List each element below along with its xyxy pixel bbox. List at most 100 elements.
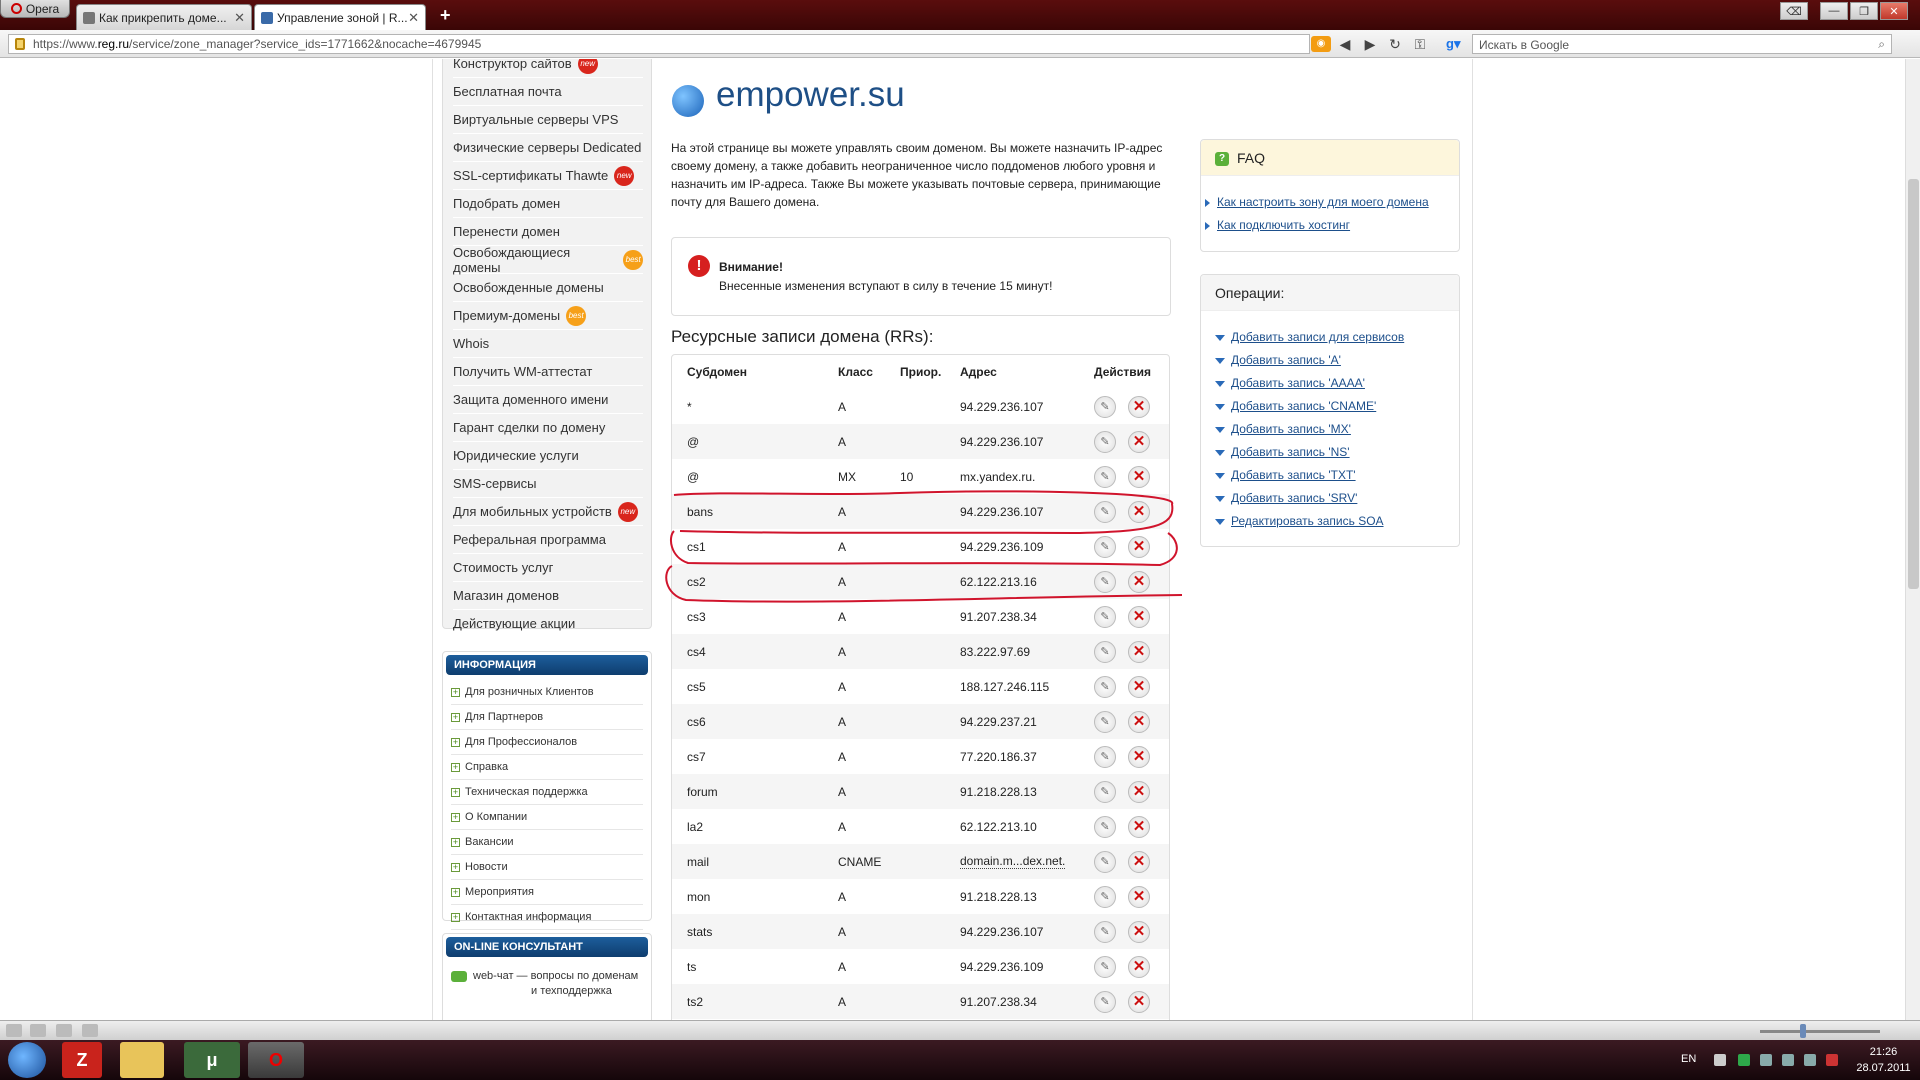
edit-pencil-icon[interactable]: ✎ (1094, 676, 1116, 698)
sidebar-menu-item[interactable]: Магазин доменов (453, 582, 643, 610)
operation-link[interactable]: Добавить запись 'MX' (1215, 422, 1351, 436)
restore-icon[interactable]: ❐ (1850, 2, 1878, 20)
sidebar-menu-item[interactable]: Освобождающиеся домены best (453, 245, 643, 275)
operation-link[interactable]: Добавить записи для сервисов (1214, 330, 1404, 344)
faq-link-zone-setup[interactable]: Как настроить зону для моего домена (1205, 195, 1429, 209)
edit-pencil-icon[interactable]: ✎ (1094, 711, 1116, 733)
delete-x-icon[interactable]: ✕ (1128, 991, 1150, 1013)
delete-x-icon[interactable]: ✕ (1128, 746, 1150, 768)
search-engine-google-icon[interactable]: g▾ (1446, 36, 1468, 52)
edit-pencil-icon[interactable]: ✎ (1094, 501, 1116, 523)
tab-how-to-attach[interactable]: Как прикрепить доме... ✕ (76, 4, 252, 30)
delete-x-icon[interactable]: ✕ (1128, 676, 1150, 698)
info-link[interactable]: + Техническая поддержка (451, 780, 643, 805)
info-link[interactable]: + Для Профессионалов (451, 730, 643, 755)
utorrent-app-icon[interactable]: μ (184, 1042, 240, 1078)
sidebar-menu-item[interactable]: Перенести домен (453, 218, 643, 246)
sidebar-menu-item[interactable]: Получить WM-аттестат (453, 358, 643, 386)
edit-pencil-icon[interactable]: ✎ (1094, 466, 1116, 488)
close-tab-icon[interactable]: ✕ (234, 10, 245, 26)
sidebar-menu-item[interactable]: Гарант сделки по домену (453, 414, 643, 442)
sidebar-menu-item[interactable]: Действующие акции (453, 610, 643, 638)
operation-link[interactable]: Редактировать запись SOA (1215, 514, 1384, 528)
edit-pencil-icon[interactable]: ✎ (1094, 781, 1116, 803)
info-link[interactable]: + Справка (451, 755, 643, 780)
edit-pencil-icon[interactable]: ✎ (1094, 886, 1116, 908)
sidebar-menu-item[interactable]: Подобрать домен (453, 190, 643, 218)
tray-display-icon[interactable] (1804, 1054, 1816, 1066)
edit-pencil-icon[interactable]: ✎ (1094, 816, 1116, 838)
delete-x-icon[interactable]: ✕ (1128, 816, 1150, 838)
tray-volume-icon[interactable] (1826, 1054, 1838, 1066)
info-link[interactable]: + Контактная информация (451, 905, 643, 930)
operation-link[interactable]: Добавить запись 'CNAME' (1214, 399, 1376, 413)
edit-pencil-icon[interactable]: ✎ (1094, 606, 1116, 628)
tray-arrow-icon[interactable] (1714, 1054, 1726, 1066)
url-field[interactable]: https://www.reg.ru/service/zone_manager?… (8, 34, 1310, 54)
edit-pencil-icon[interactable]: ✎ (1094, 921, 1116, 943)
sidebar-menu-item[interactable]: SSL-сертификаты Thawte new (453, 162, 643, 190)
minimize-icon[interactable]: — (1820, 2, 1848, 20)
search-icon[interactable]: ⌕ (1878, 37, 1885, 52)
turbo-icon[interactable] (82, 1024, 98, 1037)
sidebar-menu-item[interactable]: Бесплатная почта (453, 78, 643, 106)
key-icon[interactable]: ⚿ (1410, 36, 1430, 52)
edit-pencil-icon[interactable]: ✎ (1094, 956, 1116, 978)
sidebar-menu-item[interactable]: Юридические услуги (453, 442, 643, 470)
sidebar-menu-item[interactable]: Премиум-домены best (453, 302, 643, 330)
filezilla-app-icon[interactable]: Z (62, 1042, 102, 1078)
tray-flag-icon[interactable] (1782, 1054, 1794, 1066)
delete-x-icon[interactable]: ✕ (1128, 781, 1150, 803)
operation-link[interactable]: Добавить запись 'SRV' (1214, 491, 1357, 505)
panel-toggle-icon[interactable] (6, 1024, 22, 1037)
delete-x-icon[interactable]: ✕ (1128, 466, 1150, 488)
back-arrow-icon[interactable]: ◀ (1335, 36, 1355, 52)
reload-icon[interactable]: ↻ (1385, 36, 1405, 52)
cloud-icon[interactable] (30, 1024, 46, 1037)
sidebar-menu-item[interactable]: Физические серверы Dedicated (453, 134, 643, 162)
clock-time[interactable]: 21:26 (1856, 1046, 1911, 1058)
delete-x-icon[interactable]: ✕ (1128, 711, 1150, 733)
info-link[interactable]: + О Компании (451, 805, 643, 830)
tray-network-icon[interactable] (1738, 1054, 1750, 1066)
opera-taskbar-icon[interactable]: O (248, 1042, 304, 1078)
tab-zone-manager[interactable]: Управление зоной | R... ✕ (254, 4, 426, 30)
operation-link[interactable]: Добавить запись 'A' (1215, 353, 1341, 367)
delete-x-icon[interactable]: ✕ (1128, 921, 1150, 943)
info-link[interactable]: + Мероприятия (451, 880, 643, 905)
search-input[interactable]: Искать в Google ⌕ (1472, 34, 1892, 54)
explorer-folder-icon[interactable] (120, 1042, 164, 1078)
sidebar-menu-item[interactable]: Реферальная программа (453, 526, 643, 554)
delete-x-icon[interactable]: ✕ (1128, 431, 1150, 453)
operation-link[interactable]: Добавить запись 'NS' (1215, 445, 1350, 459)
sidebar-menu-item[interactable]: Виртуальные серверы VPS (453, 106, 643, 134)
edit-pencil-icon[interactable]: ✎ (1094, 851, 1116, 873)
rss-icon[interactable]: ◉ (1311, 36, 1331, 52)
delete-x-icon[interactable]: ✕ (1128, 886, 1150, 908)
operation-link[interactable]: Добавить запись 'AAAA' (1215, 376, 1365, 390)
delete-x-icon[interactable]: ✕ (1128, 536, 1150, 558)
edit-pencil-icon[interactable]: ✎ (1094, 536, 1116, 558)
delete-x-icon[interactable]: ✕ (1128, 606, 1150, 628)
delete-x-icon[interactable]: ✕ (1128, 571, 1150, 593)
scrollbar-thumb[interactable] (1908, 179, 1919, 589)
info-link[interactable]: + Новости (451, 855, 643, 880)
sidebar-menu-item[interactable]: Конструктор сайтов new (453, 59, 643, 78)
info-link[interactable]: + Для Партнеров (451, 705, 643, 730)
sidebar-menu-item[interactable]: Для мобильных устройств new (453, 498, 643, 526)
edit-pencil-icon[interactable]: ✎ (1094, 571, 1116, 593)
faq-link-hosting[interactable]: Как подключить хостинг (1204, 218, 1350, 232)
delete-x-icon[interactable]: ✕ (1128, 396, 1150, 418)
edit-pencil-icon[interactable]: ✎ (1094, 396, 1116, 418)
zoom-slider[interactable] (1760, 1030, 1880, 1033)
delete-x-icon[interactable]: ✕ (1128, 851, 1150, 873)
consultant-line-1[interactable]: web-чат — вопросы по доменам (473, 970, 638, 982)
sidebar-menu-item[interactable]: Освобожденные домены (453, 274, 643, 302)
info-link[interactable]: + Вакансии (451, 830, 643, 855)
page-scrollbar[interactable] (1905, 59, 1920, 1020)
edit-pencil-icon[interactable]: ✎ (1094, 746, 1116, 768)
delete-x-icon[interactable]: ✕ (1128, 641, 1150, 663)
sidebar-menu-item[interactable]: Whois (453, 330, 643, 358)
start-button[interactable] (8, 1042, 46, 1078)
forward-arrow-icon[interactable]: ▶ (1360, 36, 1380, 52)
